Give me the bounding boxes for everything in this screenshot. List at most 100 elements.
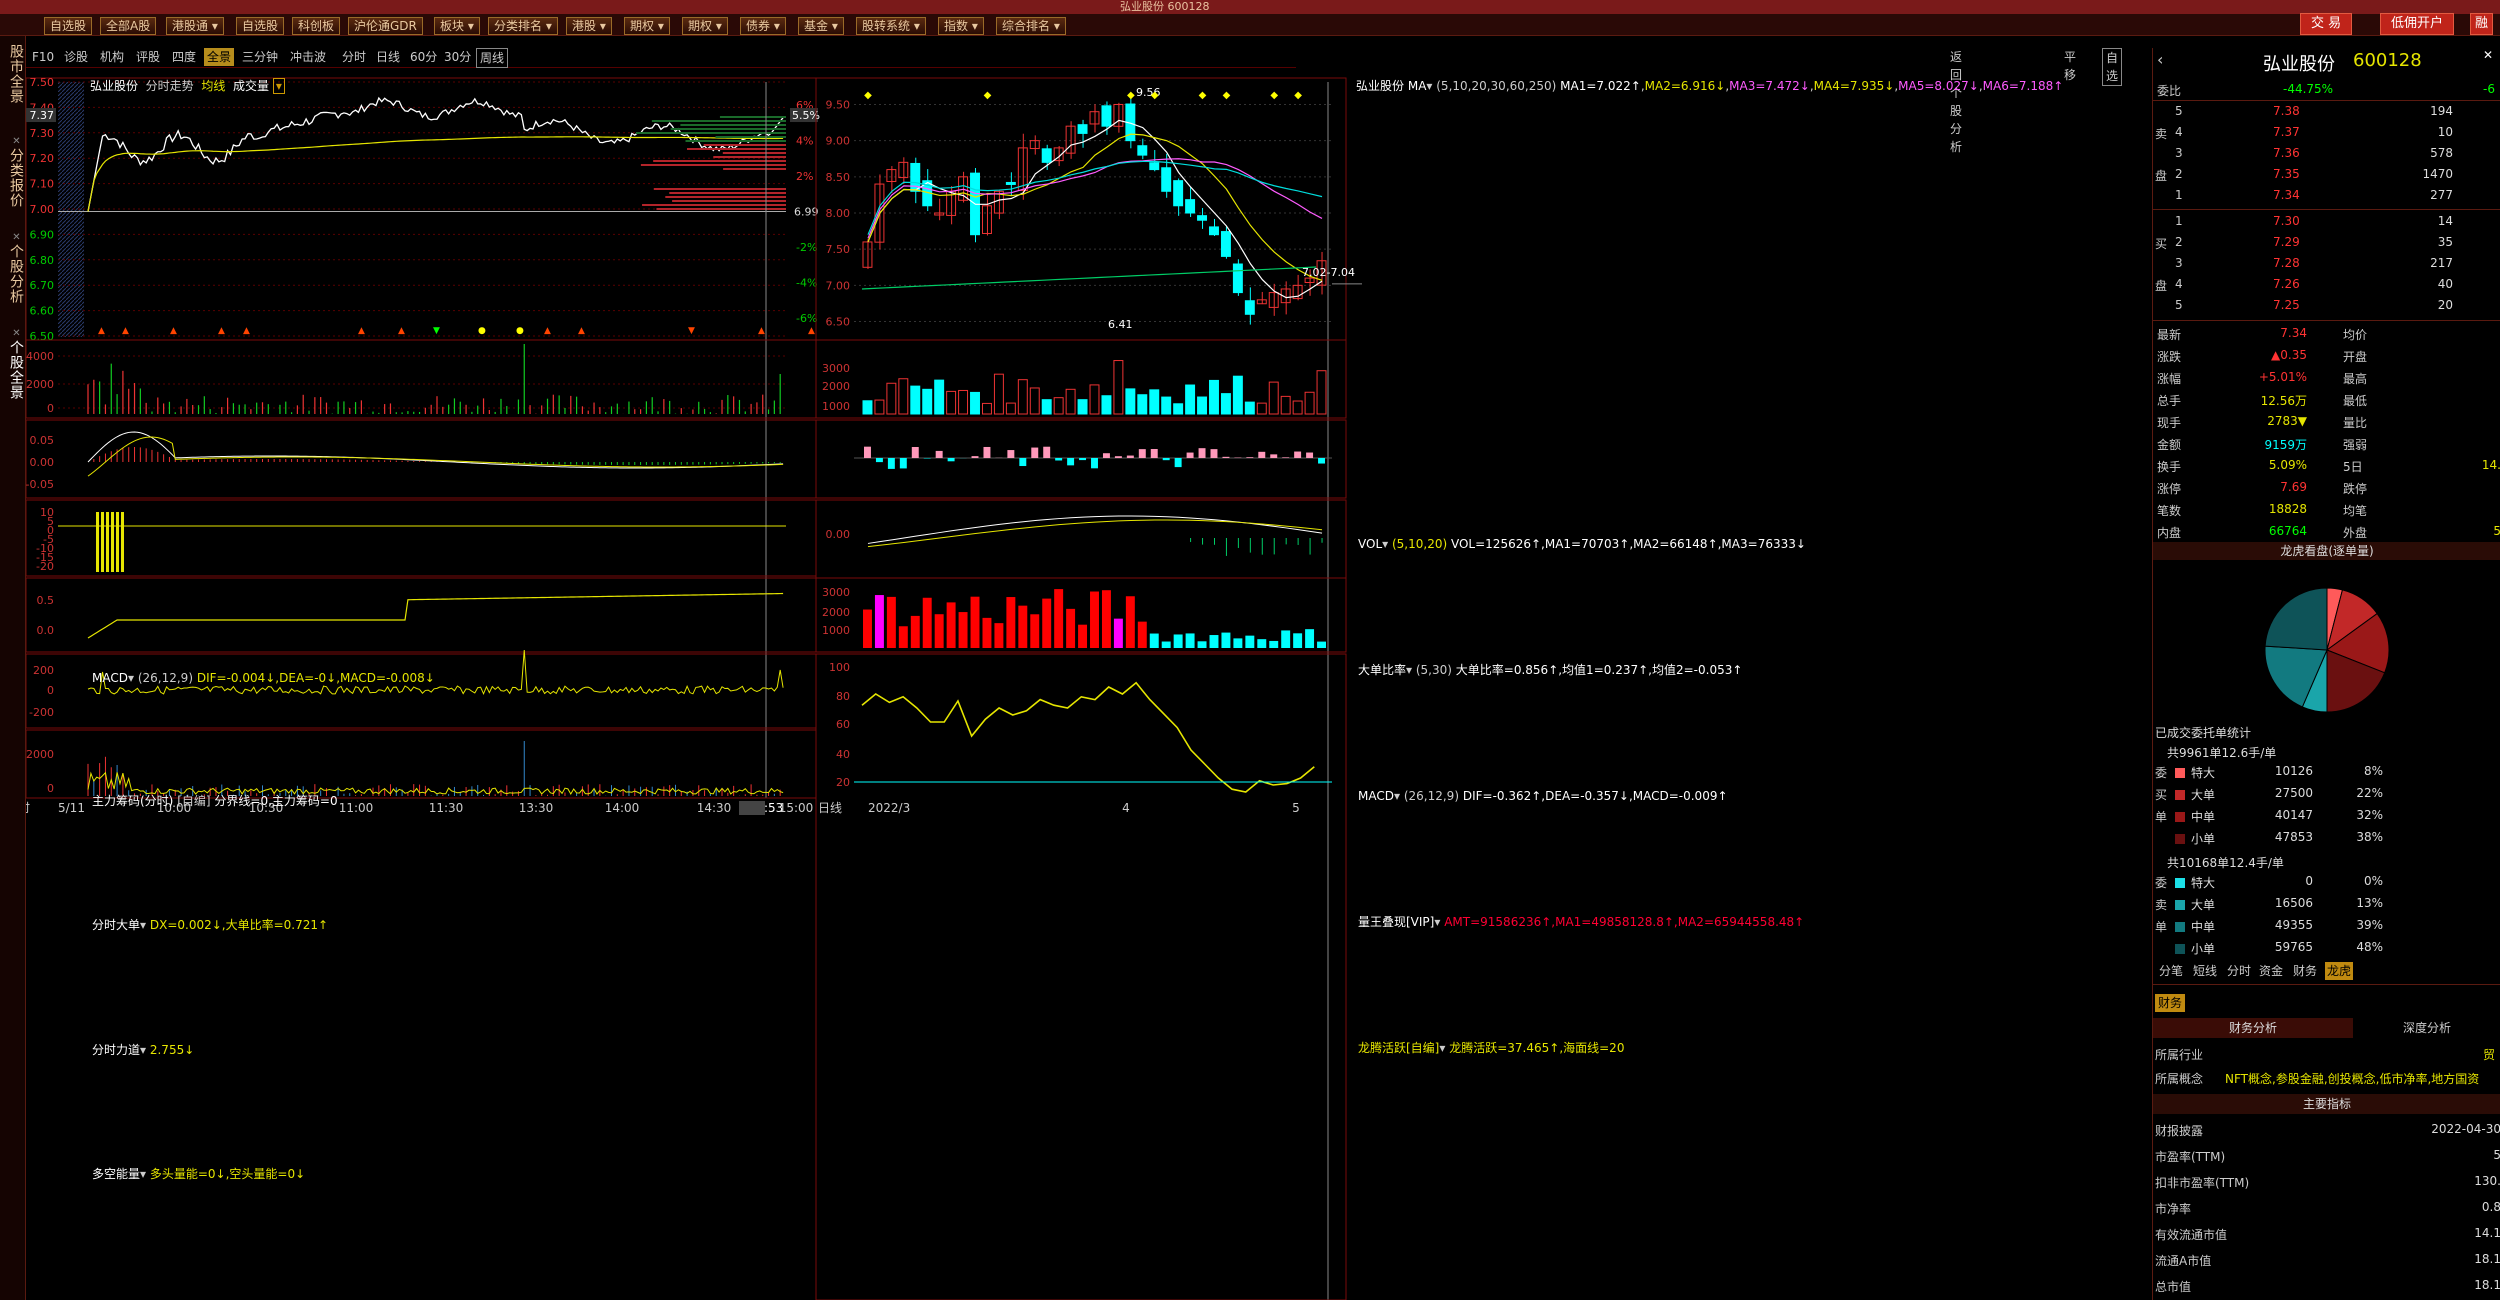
bid-price[interactable]: 7.30	[2273, 214, 2300, 228]
tf-60min[interactable]: 60分	[410, 48, 437, 66]
institution-button[interactable]: 机构	[100, 48, 124, 66]
tab-category-quote[interactable]: ✕分类报价	[2, 136, 24, 208]
menu-item[interactable]: 自选股	[44, 17, 93, 35]
menu-item[interactable]: 期权	[624, 17, 670, 35]
shock-wave-button[interactable]: 冲击波	[290, 48, 326, 66]
bid-volume: 35	[2437, 235, 2453, 249]
diagnose-button[interactable]: 诊股	[64, 48, 88, 66]
depth-bar	[722, 152, 786, 154]
axis-tick-label: 2%	[796, 170, 813, 183]
diamond-marker: ◆	[984, 90, 992, 101]
volume-bar	[958, 389, 969, 415]
back-arrow-icon[interactable]: ‹	[2157, 50, 2163, 69]
amt-bar	[1293, 633, 1303, 648]
menu-item[interactable]: 基金	[798, 17, 844, 35]
ask-price[interactable]: 7.35	[2273, 167, 2300, 181]
bottom-tab[interactable]: 龙虎	[2325, 962, 2354, 980]
bid-price[interactable]: 7.28	[2273, 256, 2300, 270]
volume-bar	[1161, 396, 1172, 415]
four-degree-button[interactable]: 四度	[172, 48, 196, 66]
ratio-name: 大单比率	[1358, 663, 1407, 677]
vol-params: (5,10,20)	[1391, 537, 1448, 551]
menu-item[interactable]: 全部A股	[100, 17, 157, 35]
amt-bar	[1090, 591, 1099, 648]
buy-vol: 10126	[2274, 764, 2313, 778]
indicator-value: 18.1	[2474, 1252, 2500, 1266]
ask-level: 4	[2175, 125, 2183, 139]
ask-price[interactable]: 7.38	[2273, 104, 2300, 118]
tf-weekly-select[interactable]: 周线	[476, 48, 509, 68]
stat-label: 总手	[2157, 394, 2182, 408]
sell-type: 大单	[2191, 898, 2216, 912]
bid-price[interactable]: 7.25	[2273, 298, 2300, 312]
menu-item[interactable]: 分类排名	[488, 17, 558, 35]
close-icon[interactable]: ✕	[11, 232, 22, 244]
amt-bar	[1305, 629, 1315, 648]
axis-tick-label: -200	[29, 706, 54, 719]
menu-item[interactable]: 科创板	[292, 17, 341, 35]
trade-button[interactable]: 交 易	[2300, 13, 2353, 35]
menu-item[interactable]: 期权	[682, 17, 728, 35]
bid-price[interactable]: 7.26	[2273, 277, 2300, 291]
depth-bar	[723, 168, 786, 170]
panorama-button[interactable]: 全景	[204, 48, 235, 66]
bottom-tab[interactable]: 分时	[2225, 962, 2253, 980]
menu-item[interactable]: 股转系统	[856, 17, 926, 35]
ratio-bar	[1043, 446, 1051, 458]
tab-stock-panorama[interactable]: ✕个股全景	[2, 328, 24, 400]
close-icon[interactable]: ✕	[11, 328, 22, 340]
depth-bar	[656, 208, 786, 210]
menu-item[interactable]: 自选股	[236, 17, 285, 35]
signal-marker: ▲	[398, 326, 405, 336]
three-min-button[interactable]: 三分钟	[242, 48, 278, 66]
sell-header: 共10168单12.4手/单	[2167, 856, 2284, 870]
bid-price[interactable]: 7.29	[2273, 235, 2300, 249]
menu-item[interactable]: 债券	[740, 17, 786, 35]
menu-item[interactable]: 指数	[938, 17, 984, 35]
ratio-bar	[1126, 455, 1134, 458]
ask-price[interactable]: 7.36	[2273, 146, 2300, 160]
menu-item[interactable]: 综合排名	[996, 17, 1066, 35]
bid-level: 5	[2175, 298, 2183, 312]
amt-bar	[1257, 639, 1267, 648]
menu-item[interactable]: 港股通	[166, 17, 224, 35]
pre-open-area	[58, 82, 84, 337]
dropdown-icon[interactable]: ▾	[272, 78, 285, 94]
indicator-value: 5	[2493, 1148, 2500, 1162]
ratio-bar	[1019, 458, 1027, 467]
bottom-tab[interactable]: 资金	[2257, 962, 2285, 980]
ask-price[interactable]: 7.37	[2273, 125, 2300, 139]
ask-level: 1	[2175, 188, 2183, 202]
margin-account-button[interactable]: 低佣开户	[2380, 13, 2455, 35]
menu-item[interactable]: 沪伦通GDR	[348, 17, 423, 35]
bottom-tab[interactable]: 分笔	[2157, 962, 2185, 980]
f10-button[interactable]: F10	[32, 48, 54, 66]
ratio-bar	[1091, 458, 1098, 469]
stat-label-2: 均价	[2343, 328, 2368, 342]
axis-tick-label: 7.50	[30, 76, 55, 89]
deep-analysis-tab[interactable]: 深度分析	[2353, 1018, 2500, 1038]
tf-intraday[interactable]: 分时	[342, 48, 366, 66]
tab-stock-analysis[interactable]: ✕个股分析	[2, 232, 24, 304]
tf-30min[interactable]: 30分	[444, 48, 471, 66]
stat-value: 18828	[2268, 502, 2307, 516]
finance-tab[interactable]: 财务	[2155, 994, 2186, 1012]
finance-analysis-tab[interactable]: 财务分析	[2153, 1018, 2353, 1038]
volume-bar	[1089, 384, 1100, 415]
bid-volume: 20	[2437, 298, 2453, 312]
bottom-tab[interactable]: 短线	[2191, 962, 2219, 980]
tf-daily[interactable]: 日线	[376, 48, 400, 66]
menu-item[interactable]: 港股	[566, 17, 612, 35]
big-order-values: DX=0.002↓,大单比率=0.721↑	[149, 918, 329, 932]
tab-market-overview[interactable]: 股市全景	[2, 44, 24, 104]
sell-pct: 48%	[2356, 940, 2383, 954]
more-button[interactable]: 融	[2470, 13, 2494, 35]
close-icon[interactable]: ✕	[11, 136, 22, 148]
rate-button[interactable]: 评股	[136, 48, 160, 66]
bottom-tab[interactable]: 财务	[2291, 962, 2319, 980]
amt-bar	[1078, 624, 1088, 648]
ask-price[interactable]: 7.34	[2273, 188, 2300, 202]
dragon-name: 龙腾活跃[自编]	[1358, 1041, 1440, 1055]
menu-item[interactable]: 板块	[434, 17, 480, 35]
close-icon[interactable]: ✕	[2483, 48, 2493, 62]
